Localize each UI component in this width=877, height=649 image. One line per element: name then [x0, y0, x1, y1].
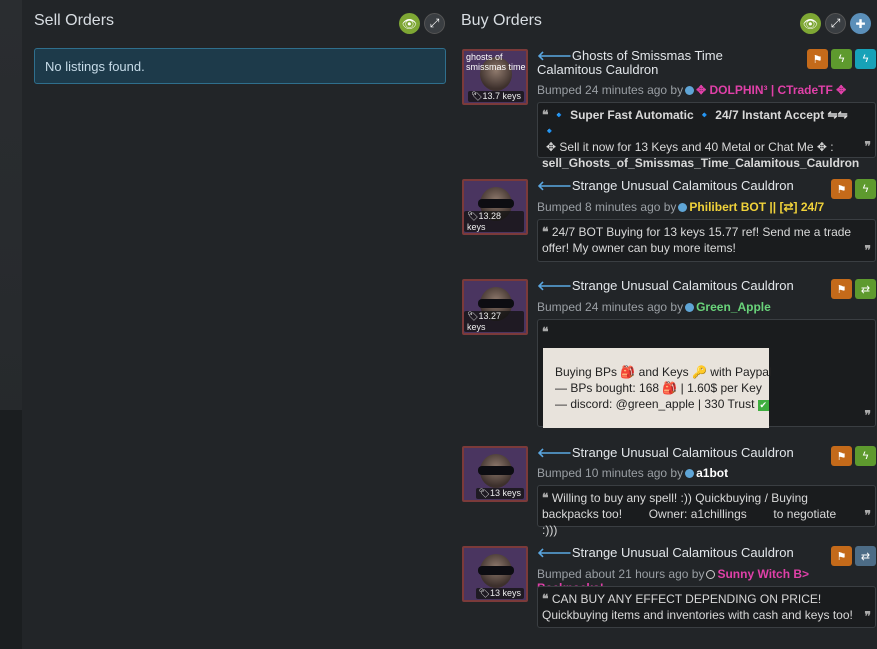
- thumbnail-label: ghosts of smissmas time: [466, 52, 526, 72]
- listing-description: ❝ CAN BUY ANY EFFECT DEPENDING ON PRICE!…: [537, 586, 876, 628]
- item-title[interactable]: 🡐Strange Unusual Calamitous Cauldron: [537, 279, 794, 293]
- listing-description: ❝ Buying BPs 🎒 and Keys 🔑 with Paypal — …: [537, 319, 876, 428]
- instant-trade-button[interactable]: ϟ: [831, 49, 852, 69]
- listing-description: ❝ 24/7 BOT Buying for 13 keys 15.77 ref!…: [537, 219, 876, 262]
- quote-close-icon: ❞: [864, 243, 871, 257]
- arrow-left-icon: 🡐: [537, 48, 572, 63]
- quote-close-icon: ❞: [864, 139, 871, 153]
- listing-item: 🏷13.28 keys 🡐Strange Unusual Calamitous …: [462, 179, 876, 265]
- listing-item: 🏷13 keys 🡐Strange Unusual Calamitous Cau…: [462, 446, 876, 537]
- instant-trade-button[interactable]: ϟ: [855, 446, 876, 466]
- price-tag: 🏷13.28 keys: [464, 211, 524, 232]
- listing-description: ❝ 🔹 Super Fast Automatic 🔹 24/7 Instant …: [537, 102, 876, 170]
- trade-offer-button[interactable]: ⇄: [855, 546, 876, 566]
- quote-close-icon: ❞: [864, 508, 871, 522]
- user-link[interactable]: a1bot: [696, 466, 728, 480]
- instant-trade-button[interactable]: ϟ: [855, 49, 876, 69]
- bumped-info: Bumped 10 minutes ago by a1bot: [537, 466, 729, 480]
- user-status-dot: [706, 570, 716, 579]
- toggle-visibility-button[interactable]: 👁: [800, 13, 821, 34]
- arrow-left-icon: 🡐: [537, 445, 572, 460]
- description-box: Buying BPs 🎒 and Keys 🔑 with Paypal — BP…: [543, 348, 772, 428]
- goggles: [478, 466, 514, 475]
- plus-icon: ✚: [855, 16, 866, 31]
- quote-open-icon: ❝: [542, 325, 549, 339]
- user-link[interactable]: ✥ DOLPHIN³ | CTradeTF ✥: [696, 83, 846, 97]
- listing-item: 🏷13 keys 🡐Strange Unusual Calamitous Cau…: [462, 546, 876, 632]
- add-order-button[interactable]: ✚: [850, 13, 871, 34]
- expand-button[interactable]: ⤢: [424, 13, 445, 34]
- bumped-info: Bumped 24 minutes ago by ✥ DOLPHIN³ | CTr…: [537, 83, 847, 97]
- instant-trade-button[interactable]: ϟ: [855, 179, 876, 199]
- swap-icon: ⇄: [860, 283, 871, 296]
- lightning-icon: ϟ: [862, 53, 869, 65]
- user-link[interactable]: Philibert BOT || [⇄] 24/7: [689, 200, 824, 214]
- goggles: [478, 199, 514, 208]
- bumped-info: Bumped 8 minutes ago by Philibert BOT || …: [537, 200, 825, 214]
- item-thumbnail[interactable]: 🏷13 keys: [462, 446, 528, 502]
- item-thumbnail[interactable]: 🏷13.27 keys: [462, 279, 528, 335]
- expand-button[interactable]: ⤢: [825, 13, 846, 34]
- lightning-icon: ϟ: [862, 183, 869, 195]
- sell-orders-title: Sell Orders: [34, 12, 115, 29]
- flag-icon: ⚑: [812, 53, 823, 66]
- item-title[interactable]: 🡐Strange Unusual Calamitous Cauldron: [537, 446, 794, 460]
- item-title[interactable]: 🡐Strange Unusual Calamitous Cauldron: [537, 546, 794, 560]
- toggle-visibility-button[interactable]: 👁: [399, 13, 420, 34]
- user-link[interactable]: Green_Apple: [696, 300, 771, 314]
- expand-icon: ⤢: [429, 16, 440, 30]
- left-edge-strip: [0, 0, 22, 649]
- report-button[interactable]: ⚑: [807, 49, 828, 69]
- buy-orders-panel: Buy Orders 👁 ⤢ ✚ ghosts of smissmas time…: [451, 0, 877, 649]
- flag-icon: ⚑: [836, 283, 847, 296]
- price-tag: 🏷13 keys: [475, 488, 524, 499]
- price-tag: 🏷13.7 keys: [468, 91, 524, 102]
- report-button[interactable]: ⚑: [831, 179, 852, 199]
- arrow-left-icon: 🡐: [537, 545, 572, 560]
- item-thumbnail[interactable]: ghosts of smissmas time 🏷13.7 keys: [462, 49, 528, 105]
- item-thumbnail[interactable]: 🏷13 keys: [462, 546, 528, 602]
- price-tag: 🏷13 keys: [475, 588, 524, 599]
- quote-open-icon: ❝: [542, 225, 549, 239]
- lightning-icon: ϟ: [862, 450, 869, 462]
- item-thumbnail[interactable]: 🏷13.28 keys: [462, 179, 528, 235]
- expand-icon: ⤢: [830, 16, 841, 30]
- item-title[interactable]: 🡐Strange Unusual Calamitous Cauldron: [537, 179, 794, 193]
- quote-open-icon: ❝: [542, 108, 549, 122]
- flag-icon: ⚑: [836, 183, 847, 196]
- user-status-dot: [678, 203, 688, 212]
- goggles: [478, 299, 514, 308]
- empty-listings-alert: No listings found.: [34, 48, 446, 84]
- lightning-icon: ϟ: [838, 53, 845, 65]
- check-icon: ✔: [757, 400, 769, 411]
- flag-icon: ⚑: [836, 450, 847, 463]
- bumped-info: Bumped 24 minutes ago by Green_Apple: [537, 300, 771, 314]
- swap-icon: ⇄: [860, 550, 871, 563]
- report-button[interactable]: ⚑: [831, 446, 852, 466]
- sell-orders-panel: Sell Orders 👁 ⤢ No listings found.: [22, 0, 459, 649]
- quote-close-icon: ❞: [864, 408, 871, 422]
- listing-item: ghosts of smissmas time 🏷13.7 keys 🡐Ghos…: [462, 49, 876, 170]
- trade-offer-button[interactable]: ⇄: [855, 279, 876, 299]
- arrow-left-icon: 🡐: [537, 178, 572, 193]
- quote-close-icon: ❞: [864, 609, 871, 623]
- quote-open-icon: ❝: [542, 592, 549, 606]
- user-status-dot: [685, 86, 695, 95]
- item-title[interactable]: 🡐Ghosts of Smissmas Time Calamitous Caul…: [537, 49, 787, 77]
- report-button[interactable]: ⚑: [831, 279, 852, 299]
- listing-description: ❝ Willing to buy any spell! :)) Quickbuy…: [537, 485, 876, 537]
- eye-icon: 👁: [802, 16, 819, 31]
- listing-item: 🏷13.27 keys 🡐Strange Unusual Calamitous …: [462, 279, 876, 429]
- quote-open-icon: ❝: [542, 491, 549, 505]
- user-status-dot: [685, 469, 695, 478]
- goggles: [478, 566, 514, 575]
- price-tag: 🏷13.27 keys: [464, 311, 524, 332]
- buy-orders-title: Buy Orders: [461, 12, 542, 29]
- user-status-dot: [685, 303, 695, 312]
- eye-icon: 👁: [401, 16, 418, 31]
- flag-icon: ⚑: [836, 550, 847, 563]
- arrow-left-icon: 🡐: [537, 278, 572, 293]
- report-button[interactable]: ⚑: [831, 546, 852, 566]
